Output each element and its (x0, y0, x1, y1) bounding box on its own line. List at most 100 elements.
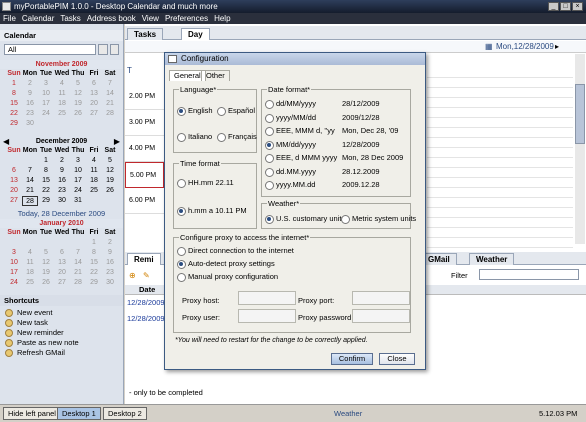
date-format-radio[interactable]: EEE, MMM d, ''yy (265, 126, 335, 136)
calendar-day[interactable]: 8 (6, 89, 22, 99)
date-display[interactable]: Mon,12/28/2009 (496, 41, 554, 53)
calendar-day[interactable]: 27 (54, 278, 70, 288)
auto-detect-proxy-radio[interactable]: Auto-detect proxy settings (177, 259, 275, 269)
day-options-icon[interactable]: ▸ (555, 42, 559, 51)
calendar-day[interactable]: 17 (70, 176, 86, 186)
menu-calendar[interactable]: Calendar (19, 14, 57, 23)
calendar-day[interactable]: 2 (102, 238, 118, 248)
calendar-day[interactable]: 19 (38, 268, 54, 278)
date-format-radio[interactable]: dd.MM.yyyy (265, 167, 316, 177)
calendar-day[interactable]: 18 (86, 176, 102, 186)
tab-weather[interactable]: Weather (469, 253, 515, 265)
calendar-day[interactable]: 29 (6, 119, 22, 129)
calendar-day[interactable]: 8 (86, 248, 102, 258)
calendar-day[interactable]: 30 (22, 119, 38, 129)
paste-note-shortcut[interactable]: Paste as new note (0, 338, 123, 348)
calendar-day[interactable]: 16 (22, 99, 38, 109)
next-month-icon[interactable]: ▶ (114, 137, 120, 146)
calendar-day[interactable]: 2 (22, 79, 38, 89)
calendar-day[interactable]: 21 (22, 186, 38, 196)
new-event-shortcut[interactable]: New event (0, 308, 123, 318)
calendar-day[interactable]: 26 (102, 186, 118, 196)
calendar-day[interactable]: 23 (22, 109, 38, 119)
confirm-button[interactable]: Confirm (331, 353, 373, 365)
calendar-day[interactable]: 29 (38, 196, 54, 206)
calendar-day[interactable]: 31 (70, 196, 86, 206)
close-icon[interactable]: × (572, 2, 583, 11)
calendar-day[interactable]: 17 (6, 268, 22, 278)
calendar-day[interactable]: 16 (102, 258, 118, 268)
calendar-day[interactable]: 1 (86, 238, 102, 248)
menu-help[interactable]: Help (211, 14, 233, 23)
calendar-day[interactable]: 28 (70, 278, 86, 288)
metric-units-radio[interactable]: Metric system units (341, 214, 416, 224)
calendar-day[interactable]: 15 (6, 99, 22, 109)
calendar-day[interactable]: 27 (6, 196, 22, 206)
calendar-day[interactable]: 4 (86, 156, 102, 166)
calendar-day[interactable]: 6 (54, 248, 70, 258)
calendar-day[interactable]: 28 (102, 109, 118, 119)
tab-reminders[interactable]: Remi (127, 253, 161, 265)
proxy-password-input[interactable] (352, 309, 410, 323)
calendar-day[interactable]: 11 (22, 258, 38, 268)
calendar-day[interactable]: 25 (54, 109, 70, 119)
refresh-icon[interactable] (98, 44, 109, 55)
calendar-day[interactable]: 19 (70, 99, 86, 109)
date-format-radio[interactable]: dd/MM/yyyy (265, 99, 316, 109)
calendar-day[interactable]: 12 (38, 258, 54, 268)
calendar-day[interactable]: 20 (6, 186, 22, 196)
calendar-day[interactable]: 7 (22, 166, 38, 176)
minimize-icon[interactable]: _ (548, 2, 559, 11)
maximize-icon[interactable]: □ (560, 2, 571, 11)
calendar-day-today[interactable]: 28 (22, 196, 38, 206)
date-format-radio[interactable]: MM/dd/yyyy (265, 140, 316, 150)
today-label[interactable]: Today, 28 December 2009 (0, 209, 123, 218)
new-reminder-shortcut[interactable]: New reminder (0, 328, 123, 338)
calendar-day[interactable]: 10 (6, 258, 22, 268)
proxy-port-input[interactable] (352, 291, 410, 305)
collapse-icon[interactable] (110, 44, 119, 55)
reminder-row[interactable]: 12/28/2009 (127, 298, 165, 307)
calendar-day[interactable]: 25 (22, 278, 38, 288)
calendar-day[interactable]: 16 (54, 176, 70, 186)
calendar-day[interactable]: 14 (70, 258, 86, 268)
calendar-day[interactable]: 10 (38, 89, 54, 99)
menu-view[interactable]: View (139, 14, 162, 23)
desktop-1-button[interactable]: Desktop 1 (57, 407, 101, 420)
calendar-day[interactable]: 7 (102, 79, 118, 89)
calendar-day[interactable]: 5 (38, 248, 54, 258)
calendar-day[interactable]: 8 (38, 166, 54, 176)
date-format-radio[interactable]: yyyy/MM/dd (265, 113, 316, 123)
calendar-day[interactable]: 15 (86, 258, 102, 268)
close-button[interactable]: Close (379, 353, 415, 365)
direct-connection-radio[interactable]: Direct connection to the internet (177, 246, 294, 256)
prev-month-icon[interactable]: ◀ (3, 137, 9, 146)
us-units-radio[interactable]: U.S. customary units (265, 214, 345, 224)
calendar-day[interactable]: 4 (22, 248, 38, 258)
weather-status[interactable]: Weather (334, 409, 362, 418)
reminder-row[interactable]: 12/28/2009 (127, 314, 165, 323)
calendar-day[interactable]: 6 (86, 79, 102, 89)
calendar-day[interactable]: 4 (54, 79, 70, 89)
calendar-day[interactable]: 3 (70, 156, 86, 166)
calendar-day[interactable]: 27 (86, 109, 102, 119)
calendar-day[interactable]: 7 (70, 248, 86, 258)
calendar-filter-select[interactable]: All (4, 44, 97, 55)
hide-left-panel-button[interactable]: Hide left panel (3, 407, 61, 420)
menu-preferences[interactable]: Preferences (162, 14, 211, 23)
tab-day[interactable]: Day (181, 28, 210, 40)
new-task-shortcut[interactable]: New task (0, 318, 123, 328)
calendar-day[interactable]: 30 (102, 278, 118, 288)
tab-gmail[interactable]: GMail (421, 253, 457, 265)
date-format-radio[interactable]: yyyy.MM.dd (265, 180, 315, 190)
espanol-radio[interactable]: Español (217, 106, 255, 116)
refresh-gmail-shortcut[interactable]: Refresh GMail (0, 348, 123, 358)
english-radio[interactable]: English (177, 106, 213, 116)
calendar-day[interactable]: 1 (38, 156, 54, 166)
calendar-day[interactable]: 24 (6, 278, 22, 288)
calendar-day[interactable]: 14 (102, 89, 118, 99)
calendar-day[interactable]: 6 (6, 166, 22, 176)
calendar-day[interactable]: 12 (70, 89, 86, 99)
calendar-day[interactable]: 22 (6, 109, 22, 119)
calendar-day[interactable]: 20 (86, 99, 102, 109)
